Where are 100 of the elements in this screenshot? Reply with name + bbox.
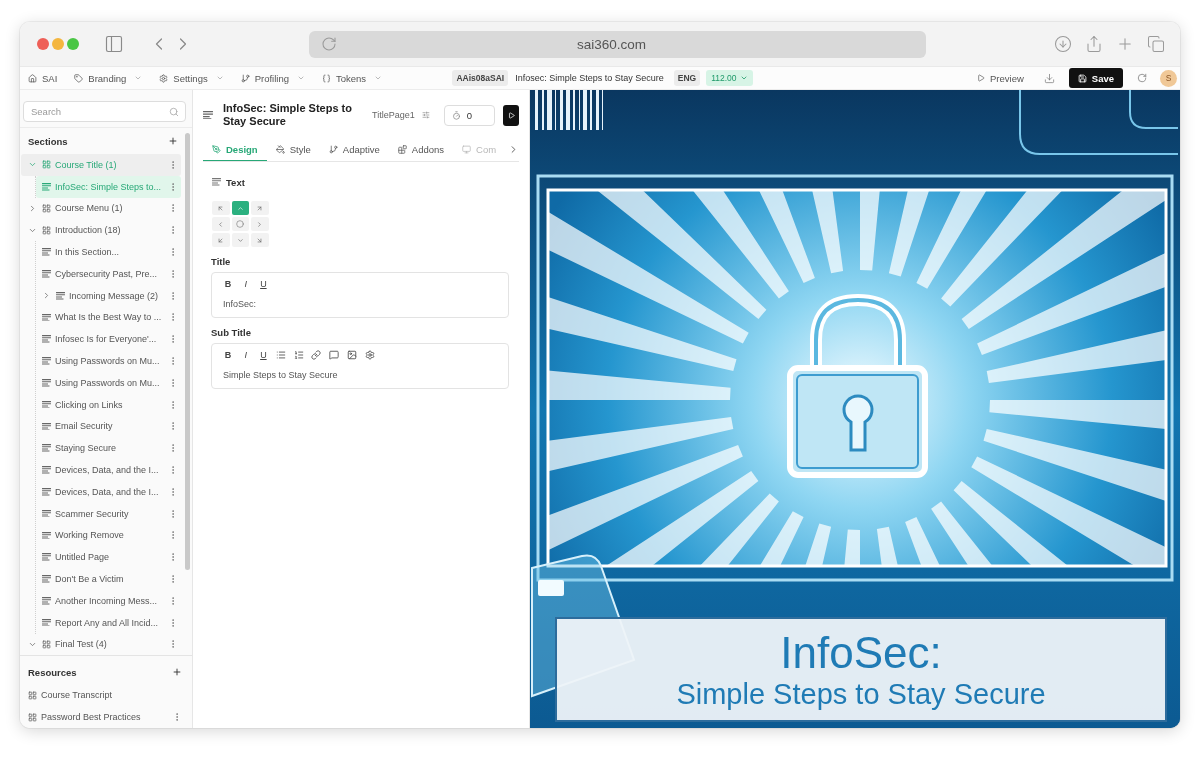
menu-button[interactable]: SAI	[28, 72, 58, 84]
tab[interactable]: Style	[266, 138, 320, 161]
sliders-icon[interactable]	[421, 111, 430, 119]
italic-button[interactable]: I	[240, 350, 251, 360]
bold-button[interactable]: B	[223, 350, 233, 360]
user-avatar[interactable]: S	[1160, 69, 1177, 87]
timer-field[interactable]: 0	[443, 104, 496, 126]
section-heading: Text	[226, 176, 245, 188]
tree-item[interactable]: Staying Secure	[36, 437, 181, 460]
blocks-icon	[397, 144, 407, 154]
tree-item[interactable]: Scammer Security	[36, 502, 181, 525]
editor-text: InfoSec:	[223, 298, 258, 310]
braces-icon	[322, 73, 331, 83]
tree-item[interactable]: Using Passwords on Mu...	[36, 350, 181, 372]
chevron-right-icon[interactable]	[42, 291, 51, 301]
menu-button[interactable]: Tokens	[322, 72, 383, 84]
comment-icon[interactable]	[329, 350, 340, 360]
preview-button[interactable]: Preview	[977, 72, 1024, 84]
tree-item[interactable]: Email Security	[36, 415, 181, 438]
scrollbar-thumb[interactable]	[185, 133, 190, 570]
bold-button[interactable]: B	[223, 279, 233, 289]
tab[interactable]: Addons	[388, 138, 454, 161]
tree-item[interactable]: Infosec Is for Everyone'...	[36, 328, 181, 351]
tabs-overview-icon[interactable]	[1147, 35, 1165, 53]
text-lines-icon	[42, 575, 51, 583]
reload-icon[interactable]	[321, 36, 337, 52]
add-icon[interactable]	[168, 136, 178, 146]
share-icon[interactable]	[1085, 35, 1103, 53]
text-lines-icon	[42, 335, 51, 344]
minimize-window-icon[interactable]	[52, 38, 64, 50]
tree-item[interactable]: Report Any and All Incid...	[36, 611, 181, 634]
language-badge: ENG	[673, 70, 701, 86]
tree-item[interactable]: What Is the Best Way to ...	[36, 306, 181, 329]
text-lines-icon	[42, 466, 51, 474]
slide-title: InfoSec:	[780, 629, 942, 677]
page-id-label: TitlePage1	[372, 110, 415, 120]
arrow-up-right-icon	[256, 204, 264, 212]
tree-item[interactable]: Course Menu (1)	[21, 197, 181, 220]
text-lines-icon	[42, 379, 51, 387]
alignment-option[interactable]	[251, 233, 269, 247]
link-icon[interactable]	[311, 350, 322, 360]
search-field[interactable]: Search	[23, 101, 186, 122]
tree-item[interactable]: Clicking on Links	[36, 393, 181, 416]
underline-button[interactable]: U	[258, 279, 269, 289]
numbered-list-icon[interactable]	[293, 350, 304, 360]
page-title: InfoSec: Simple Steps to Stay Secure	[223, 102, 353, 128]
alignment-option[interactable]	[231, 201, 249, 215]
maximize-window-icon[interactable]	[67, 38, 79, 50]
tree-item[interactable]: Another Incoming Mess...	[36, 589, 181, 612]
alignment-option[interactable]	[251, 201, 269, 215]
image-icon[interactable]	[346, 350, 357, 360]
caret-icon	[739, 74, 748, 82]
grid-icon	[28, 712, 37, 722]
tree-item[interactable]: Using Passwords on Mu...	[36, 371, 181, 394]
menu-button[interactable]: Branding	[74, 72, 143, 84]
text-lines-icon	[212, 178, 221, 186]
arrow-down-left-icon	[217, 236, 225, 244]
resource-item[interactable]: Password Best Practices	[20, 706, 192, 728]
rich-text-editor[interactable]: B I U Simple Steps to Stay Secure	[211, 343, 509, 389]
tree-item[interactable]: Working Remove	[36, 524, 181, 547]
download-icon[interactable]	[1043, 72, 1055, 84]
chevron-right-icon[interactable]	[28, 204, 37, 213]
chevron-left-icon	[217, 220, 225, 228]
sidebar-toggle-icon[interactable]	[104, 34, 124, 54]
alignment-option[interactable]	[231, 217, 249, 231]
underline-button[interactable]: U	[258, 350, 269, 360]
close-window-icon[interactable]	[37, 38, 49, 50]
resource-item[interactable]: Course Transcript	[20, 684, 192, 706]
bullet-list-icon[interactable]	[276, 350, 287, 360]
save-button[interactable]: Save	[1068, 68, 1123, 88]
menu-button[interactable]: Profiling	[240, 72, 305, 84]
grid-icon	[42, 639, 51, 649]
tree-item[interactable]: In this Section...	[36, 241, 181, 263]
alignment-option[interactable]	[212, 201, 230, 215]
menu-button[interactable]: Settings	[159, 72, 224, 84]
resources-heading: Resources	[28, 666, 77, 678]
play-button[interactable]	[503, 104, 519, 126]
tab[interactable]: Adaptive	[319, 138, 389, 161]
refresh-icon[interactable]	[1137, 73, 1147, 83]
field-label: Title	[211, 256, 232, 268]
new-tab-icon[interactable]	[1116, 35, 1134, 53]
tree-item[interactable]: Untitled Page	[36, 546, 181, 569]
address-bar[interactable]: sai360.com	[309, 30, 926, 58]
text-lines-icon	[42, 618, 51, 627]
settings-icon[interactable]	[364, 350, 375, 360]
field-label: Sub Title	[211, 327, 252, 339]
download-icon[interactable]	[1054, 35, 1072, 53]
tree-item[interactable]: Incoming Message (2)	[36, 284, 181, 307]
alignment-option[interactable]	[212, 233, 230, 247]
tree-item[interactable]: Devices, Data, and the I...	[36, 480, 181, 503]
add-icon[interactable]	[172, 667, 182, 677]
text-lines-icon	[42, 357, 51, 365]
alignment-option[interactable]	[231, 233, 249, 247]
tree-item[interactable]: Don't Be a Victim	[36, 568, 181, 590]
tree-item[interactable]: Devices, Data, and the I...	[36, 459, 181, 481]
tree-item[interactable]: Introduction (18)	[21, 219, 181, 242]
rich-text-editor[interactable]: B I U InfoSec:	[211, 272, 509, 318]
italic-button[interactable]: I	[240, 279, 251, 289]
tree-item[interactable]: Final Test (4)	[21, 633, 181, 655]
tree-item[interactable]: Cybersecurity Past, Pre...	[36, 263, 181, 285]
